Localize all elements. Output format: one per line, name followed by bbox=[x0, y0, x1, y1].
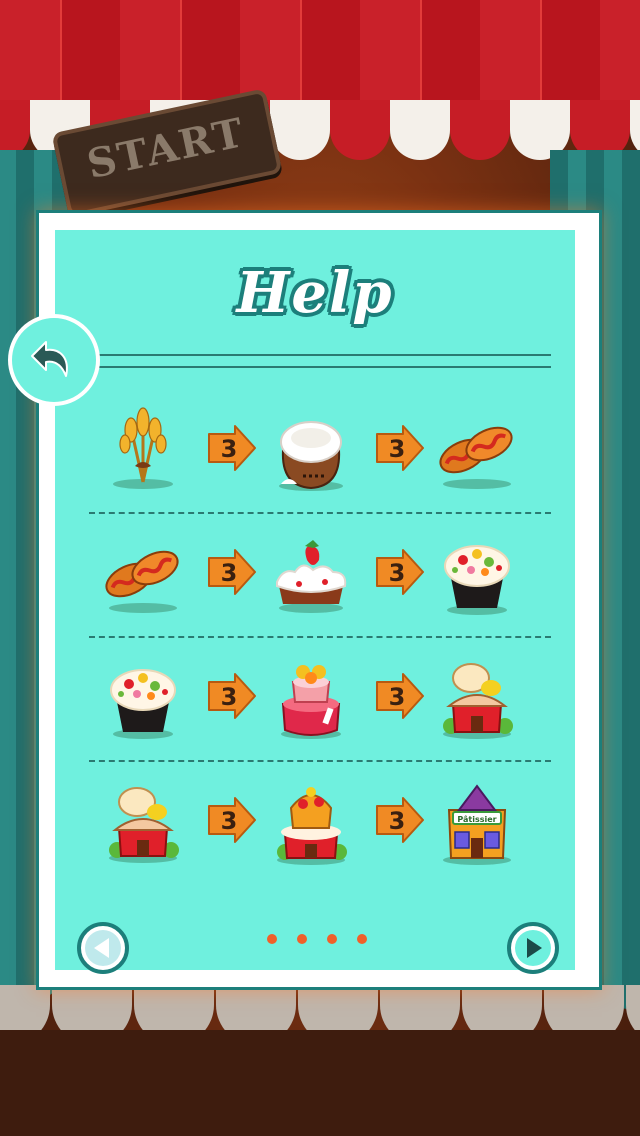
upgrade-arrow: 3 bbox=[373, 546, 425, 598]
svg-text:Pâtissier: Pâtissier bbox=[457, 815, 496, 824]
page-dot[interactable] bbox=[297, 934, 307, 944]
upgrade-arrow: 3 bbox=[205, 422, 257, 474]
left-triangle-icon bbox=[94, 938, 109, 958]
bakery-hut-icon bbox=[95, 772, 191, 868]
upgrade-arrow: 3 bbox=[373, 422, 425, 474]
arrow-icon: 3 bbox=[208, 425, 256, 471]
svg-text:3: 3 bbox=[389, 435, 406, 463]
flour-sack-icon bbox=[263, 400, 359, 496]
patisserie-icon: Pâtissier bbox=[429, 772, 525, 868]
help-title: Help bbox=[236, 260, 394, 326]
row-divider bbox=[89, 760, 551, 762]
arrow-icon: 3 bbox=[376, 549, 424, 595]
arrow-icon: 3 bbox=[208, 797, 256, 843]
strawberry-cake-icon bbox=[263, 524, 359, 620]
row-divider bbox=[89, 512, 551, 514]
help-panel-content: Help 3 3 3 3 3 3 Pâtissier 3 3 bbox=[55, 230, 575, 974]
fruit-cupcake-icon bbox=[95, 648, 191, 744]
arrow-icon: 3 bbox=[208, 549, 256, 595]
upgrade-arrow: 3 bbox=[205, 670, 257, 722]
floor bbox=[0, 1030, 640, 1136]
arrow-icon: 3 bbox=[376, 425, 424, 471]
layer-cake-icon bbox=[263, 648, 359, 744]
svg-text:3: 3 bbox=[389, 683, 406, 711]
svg-text:3: 3 bbox=[221, 807, 238, 835]
back-button[interactable] bbox=[8, 314, 100, 406]
recipe-row: Pâtissier 3 3 bbox=[55, 772, 575, 882]
svg-text:3: 3 bbox=[389, 807, 406, 835]
recipe-row: 3 3 bbox=[55, 400, 575, 510]
help-panel: Help 3 3 3 3 3 3 Pâtissier 3 3 bbox=[36, 210, 602, 990]
arrow-icon: 3 bbox=[208, 673, 256, 719]
arrow-icon: 3 bbox=[376, 673, 424, 719]
bread-icon bbox=[95, 524, 191, 620]
page-dot[interactable] bbox=[267, 934, 277, 944]
right-triangle-icon bbox=[527, 938, 542, 958]
upgrade-arrow: 3 bbox=[373, 794, 425, 846]
row-divider bbox=[89, 636, 551, 638]
prev-page-button[interactable] bbox=[77, 922, 129, 974]
page-dot[interactable] bbox=[357, 934, 367, 944]
arrow-icon: 3 bbox=[376, 797, 424, 843]
title-divider-top bbox=[89, 354, 551, 356]
wheat-icon bbox=[95, 400, 191, 496]
upgrade-arrow: 3 bbox=[205, 546, 257, 598]
cake-house-icon bbox=[263, 772, 359, 868]
svg-text:3: 3 bbox=[389, 559, 406, 587]
svg-text:3: 3 bbox=[221, 559, 238, 587]
page-dot[interactable] bbox=[327, 934, 337, 944]
title-divider-bottom bbox=[89, 366, 551, 368]
page-indicator bbox=[267, 934, 367, 946]
svg-text:3: 3 bbox=[221, 683, 238, 711]
svg-text:3: 3 bbox=[221, 435, 238, 463]
undo-arrow-icon bbox=[31, 341, 68, 377]
next-page-button[interactable] bbox=[507, 922, 559, 974]
upgrade-arrow: 3 bbox=[373, 670, 425, 722]
recipe-row: 3 3 bbox=[55, 648, 575, 758]
upgrade-arrow: 3 bbox=[205, 794, 257, 846]
recipe-row: 3 3 bbox=[55, 524, 575, 634]
bread-icon bbox=[429, 400, 525, 496]
bakery-hut-icon bbox=[429, 648, 525, 744]
fruit-cupcake-icon bbox=[429, 524, 525, 620]
